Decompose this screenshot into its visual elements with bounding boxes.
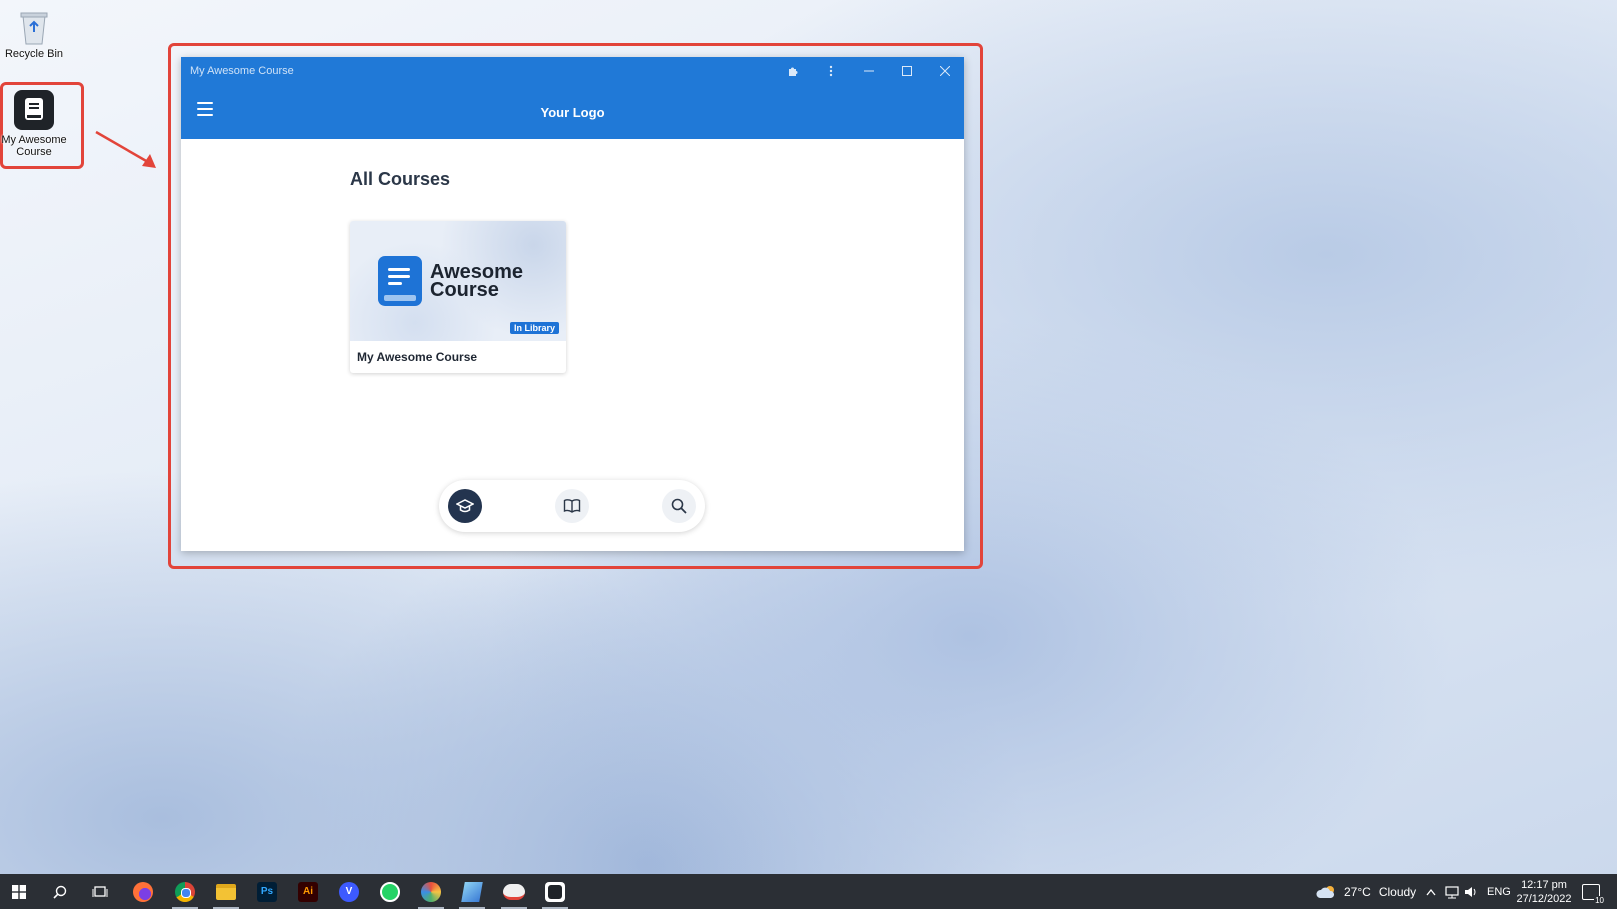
chevron-up-icon [1426,888,1436,895]
desktop-icon-label: My Awesome Course [1,134,67,158]
minimize-icon [864,70,874,72]
course-brand: Awesome Course [378,256,523,306]
language-text: ENG [1487,885,1511,898]
nav-library-button[interactable] [555,489,589,523]
minimize-button[interactable] [850,57,888,85]
taskbar-whatsapp[interactable] [371,874,409,909]
annotation-arrow [95,130,156,168]
clock-date: 27/12/2022 [1516,892,1572,905]
taskbar-my-awesome-course[interactable] [536,874,574,909]
weather-temp: 27°C [1344,884,1371,899]
taskbar-app-c[interactable] [495,874,533,909]
notification-count: 10 [1594,895,1605,905]
taskbar: Ps Ai V 27°C Cloudy ENG 12:17 pm 27/12/2… [0,874,1617,909]
whatsapp-icon [380,881,400,902]
folder-icon [216,883,236,900]
desktop-icon-recycle-bin[interactable]: Recycle Bin [0,8,68,60]
notification-icon: 10 [1582,883,1605,905]
draw-app-icon [503,883,525,900]
brand-line-2: Course [430,279,499,301]
cloud-icon [1316,885,1335,898]
window-title: My Awesome Course [190,65,294,77]
windows-icon [12,884,26,899]
course-card[interactable]: Awesome Course In Library My Awesome Cou… [350,221,566,373]
taskbar-chrome[interactable] [166,874,204,909]
show-hidden-icons-button[interactable] [1426,874,1436,909]
more-options-button[interactable] [812,57,850,85]
taskbar-illustrator[interactable]: Ai [289,874,327,909]
bottom-navigation [439,480,705,532]
app-window: My Awesome Course Your Logo All Courses [181,57,964,551]
window-titlebar[interactable]: My Awesome Course [181,57,964,85]
in-library-badge: In Library [509,322,559,334]
taskbar-search-button[interactable] [41,874,79,909]
task-view-icon [92,885,108,897]
app-header: Your Logo [181,85,964,139]
notes-app-icon [461,881,483,902]
taskbar-firefox[interactable] [124,874,162,909]
start-button[interactable] [0,874,38,909]
notifications-button[interactable]: 10 [1582,874,1605,909]
language-indicator[interactable]: ENG [1487,874,1511,909]
course-app-icon [545,881,565,902]
course-app-icon [14,90,54,130]
desktop-icon-my-awesome-course[interactable]: My Awesome Course [0,90,68,158]
photoshop-icon: Ps [257,881,277,902]
taskbar-v-app[interactable]: V [330,874,368,909]
course-title: My Awesome Course [357,350,478,364]
taskbar-photoshop[interactable]: Ps [248,874,286,909]
weather-widget[interactable]: 27°C Cloudy [1316,874,1416,909]
network-button[interactable] [1444,874,1460,909]
clock[interactable]: 12:17 pm 27/12/2022 [1516,874,1572,909]
weather-condition: Cloudy [1378,884,1417,899]
kebab-menu-icon [829,65,833,77]
puzzle-icon [789,67,798,76]
book-open-icon [563,499,581,513]
v-app-icon: V [339,881,359,902]
network-icon [1445,885,1459,898]
illustrator-icon: Ai [298,881,318,902]
close-icon [940,66,950,76]
nav-search-button[interactable] [662,489,696,523]
speaker-icon [1465,886,1476,897]
chrome-icon [175,881,195,902]
book-logo-icon [378,256,422,306]
task-view-button[interactable] [81,874,119,909]
firefox-icon [133,881,153,902]
search-icon [53,885,67,899]
volume-button[interactable] [1464,874,1478,909]
taskbar-file-explorer[interactable] [207,874,245,909]
recycle-bin-icon [17,8,51,46]
paint-icon [421,881,441,902]
extensions-button[interactable] [774,57,812,85]
course-thumbnail: Awesome Course In Library [350,221,566,341]
maximize-button[interactable] [888,57,926,85]
maximize-icon [902,66,912,76]
nav-courses-button[interactable] [448,489,482,523]
logo-text: Your Logo [540,104,605,120]
clock-time: 12:17 pm [1521,878,1567,891]
desktop-icon-label: Recycle Bin [4,48,64,60]
hamburger-menu-icon[interactable] [197,102,213,116]
search-icon [671,498,687,514]
graduation-cap-icon [456,499,474,513]
taskbar-app-b[interactable] [453,874,491,909]
taskbar-app-a[interactable] [412,874,450,909]
close-button[interactable] [926,57,964,85]
page-title: All Courses [350,169,451,189]
